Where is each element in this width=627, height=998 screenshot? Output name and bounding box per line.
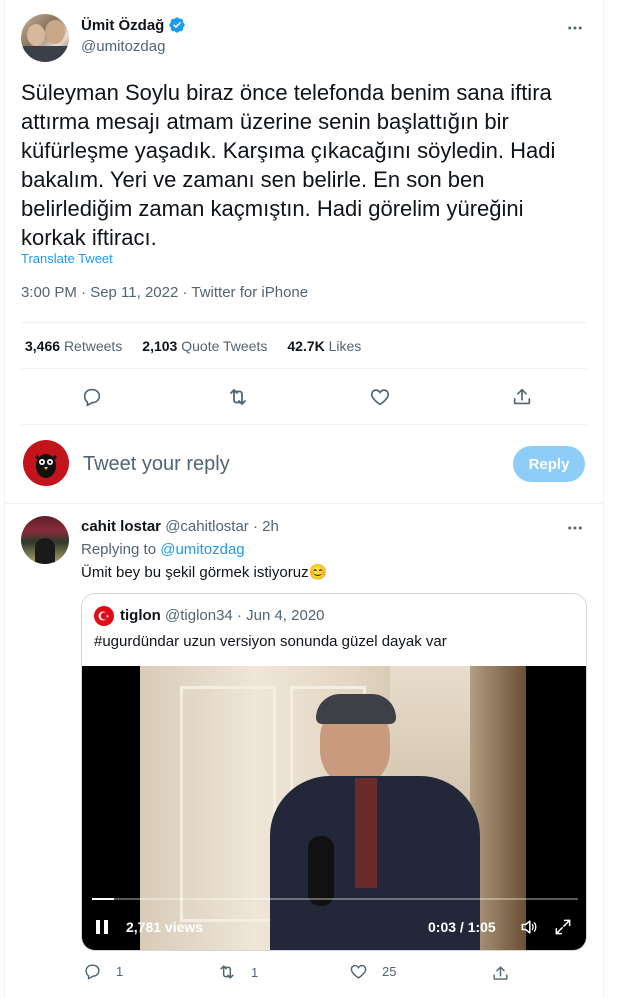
reply-author-avatar[interactable] [21,516,69,564]
reply-reply-action[interactable]: 1 [83,962,123,981]
video-frame [140,666,526,950]
retweet-count: 1 [251,964,259,980]
tweet-stats: 3,466 Retweets 2,103 Quote Tweets 42.7K … [25,338,361,354]
retweet-icon [217,962,237,982]
reply-share-action[interactable] [489,962,511,984]
retweets-stat[interactable]: 3,466 Retweets [25,338,122,354]
volume-icon[interactable] [518,916,540,938]
quoted-text: #ugurdündar uzun versiyon sonunda güzel … [94,633,447,650]
pause-icon[interactable] [92,916,112,938]
reply-like-action[interactable]: 25 [349,962,396,981]
reply-button[interactable]: Reply [513,446,585,482]
reply-time[interactable]: · 2h [253,518,279,535]
share-icon[interactable] [509,384,535,410]
reply-author-name[interactable]: cahit lostar [81,518,161,535]
reply-text: Ümit bey bu şekil görmek istiyoruz😊 [81,564,328,581]
replying-to-label: Replying to [81,541,157,558]
quote-tweets-stat[interactable]: 2,103 Quote Tweets [142,338,267,354]
retweet-icon[interactable] [225,384,251,410]
reply-composer-input[interactable]: Tweet your reply [83,453,483,476]
video-player[interactable]: 2,781 views 0:03 / 1:05 [82,666,586,950]
like-count: 25 [382,964,397,979]
quoted-date: · Jun 4, 2020 [236,607,325,624]
reply-retweet-action[interactable]: 1 [217,962,258,982]
reply-icon[interactable] [79,384,105,410]
like-icon[interactable] [367,384,393,410]
video-views: 2,781 views [126,919,204,935]
quoted-author-name: tiglon [120,607,161,624]
video-progress-track[interactable] [92,898,578,900]
like-icon [349,962,368,981]
reply-icon [83,962,102,981]
tweet-text: Süleyman Soylu biraz önce telefonda beni… [21,80,556,250]
author-name[interactable]: Ümit Özdağ [81,17,164,34]
fullscreen-icon[interactable] [552,916,574,938]
share-icon [491,964,510,983]
reply-author-handle[interactable]: @cahitlostar [165,518,249,535]
quoted-author-avatar [94,606,114,626]
more-options-icon[interactable] [563,16,587,40]
reply-count: 1 [116,964,124,979]
likes-stat[interactable]: 42.7K Likes [287,338,361,354]
replying-to-handle[interactable]: @umitozdag [160,541,244,558]
reply-more-options-icon[interactable] [563,516,587,540]
author-handle[interactable]: @umitozdag [81,38,165,55]
author-avatar[interactable] [21,14,69,62]
quoted-tweet-card[interactable]: tiglon @tiglon34 · Jun 4, 2020 #ugurdünd… [81,593,587,951]
translate-tweet-link[interactable]: Translate Tweet [21,251,113,266]
video-progress-fill [92,898,115,900]
video-time: 0:03 / 1:05 [428,919,496,935]
current-user-avatar[interactable] [23,440,69,486]
quoted-author-handle: @tiglon34 [165,607,233,624]
tweet-timestamp[interactable]: 3:00 PM · Sep 11, 2022 · Twitter for iPh… [21,284,308,301]
verified-badge-icon [168,16,186,34]
conversation-page: Ümit Özdağ @umitozdag Süleyman Soylu bir… [4,0,604,998]
